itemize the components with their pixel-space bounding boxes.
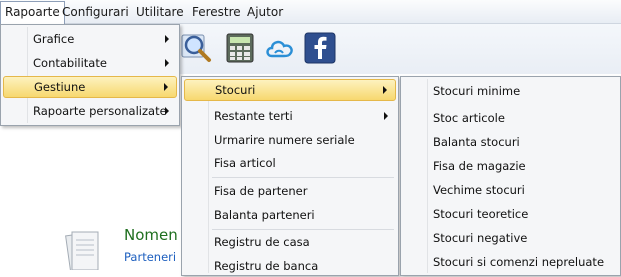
menu-item-gestiune[interactable]: Gestiune bbox=[3, 76, 177, 98]
menu-separator bbox=[212, 229, 394, 230]
menu-item-contabilitate[interactable]: Contabilitate bbox=[3, 52, 177, 74]
cloud-icon[interactable] bbox=[264, 32, 296, 64]
menu-item-label: Rapoarte personalizate bbox=[33, 104, 167, 118]
menu-ajutor[interactable]: Ajutor bbox=[243, 2, 287, 22]
submenu-arrow-icon bbox=[164, 83, 168, 91]
menu-item-balanta-stocuri[interactable]: Balanta stocuri bbox=[403, 131, 618, 153]
menu-item-urmarire-numere-seriale[interactable]: Urmarire numere seriale bbox=[184, 129, 396, 151]
menu-rapoarte[interactable]: Rapoarte bbox=[0, 1, 65, 24]
menu-item-fisa-de-partener[interactable]: Fisa de partener bbox=[184, 180, 396, 202]
menu-item-registru-de-banca[interactable]: Registru de banca bbox=[184, 255, 396, 277]
menu-bar: Rapoarte Configurari Utilitare Ferestre … bbox=[0, 0, 621, 24]
main-heading: Nomen bbox=[124, 226, 178, 244]
menu-item-label: Grafice bbox=[33, 32, 75, 46]
parteneri-link[interactable]: Parteneri bbox=[124, 250, 176, 264]
menu-configurari[interactable]: Configurari bbox=[58, 2, 133, 22]
menu-item-vechime-stocuri[interactable]: Vechime stocuri bbox=[403, 179, 618, 201]
menu-item-label: Stocuri bbox=[215, 83, 256, 97]
menu-item-balanta-parteneri[interactable]: Balanta parteneri bbox=[184, 204, 396, 226]
menu-item-rapoarte-personalizate[interactable]: Rapoarte personalizate bbox=[3, 100, 177, 122]
facebook-icon[interactable] bbox=[304, 32, 336, 64]
menu-item-label: Gestiune bbox=[34, 80, 86, 94]
calculator-icon[interactable] bbox=[224, 32, 256, 64]
menu-item-stocuri-negative[interactable]: Stocuri negative bbox=[403, 227, 618, 249]
stocuri-submenu: Stocuri minime Stoc articole Balanta sto… bbox=[400, 76, 621, 276]
document-stack-icon bbox=[54, 228, 106, 273]
menu-item-fisa-articol[interactable]: Fisa articol bbox=[184, 152, 396, 174]
menu-item-stocuri-minime[interactable]: Stocuri minime bbox=[403, 80, 618, 102]
gestiune-submenu: Stocuri Restante terti Urmarire numere s… bbox=[181, 76, 399, 276]
menu-item-fisa-de-magazie[interactable]: Fisa de magazie bbox=[403, 155, 618, 177]
menu-item-label: Contabilitate bbox=[33, 56, 107, 70]
menu-utilitare[interactable]: Utilitare bbox=[132, 2, 188, 22]
submenu-arrow-icon bbox=[165, 59, 169, 67]
submenu-arrow-icon bbox=[384, 112, 388, 120]
submenu-arrow-icon bbox=[383, 86, 387, 94]
search-icon[interactable] bbox=[180, 32, 212, 64]
menu-item-grafice[interactable]: Grafice bbox=[3, 28, 177, 50]
submenu-arrow-icon bbox=[165, 35, 169, 43]
menu-item-stocuri[interactable]: Stocuri bbox=[184, 79, 396, 101]
menu-ferestre[interactable]: Ferestre bbox=[188, 2, 245, 22]
menu-item-restante-terti[interactable]: Restante terti bbox=[184, 105, 396, 127]
menu-item-registru-de-casa[interactable]: Registru de casa bbox=[184, 231, 396, 253]
menu-item-stocuri-teoretice[interactable]: Stocuri teoretice bbox=[403, 203, 618, 225]
menu-item-stoc-articole[interactable]: Stoc articole bbox=[403, 107, 618, 129]
rapoarte-menu: Grafice Contabilitate Gestiune Rapoarte … bbox=[0, 24, 180, 126]
menu-separator bbox=[212, 177, 394, 178]
submenu-arrow-icon bbox=[165, 107, 169, 115]
menu-item-label: Restante terti bbox=[214, 109, 293, 123]
